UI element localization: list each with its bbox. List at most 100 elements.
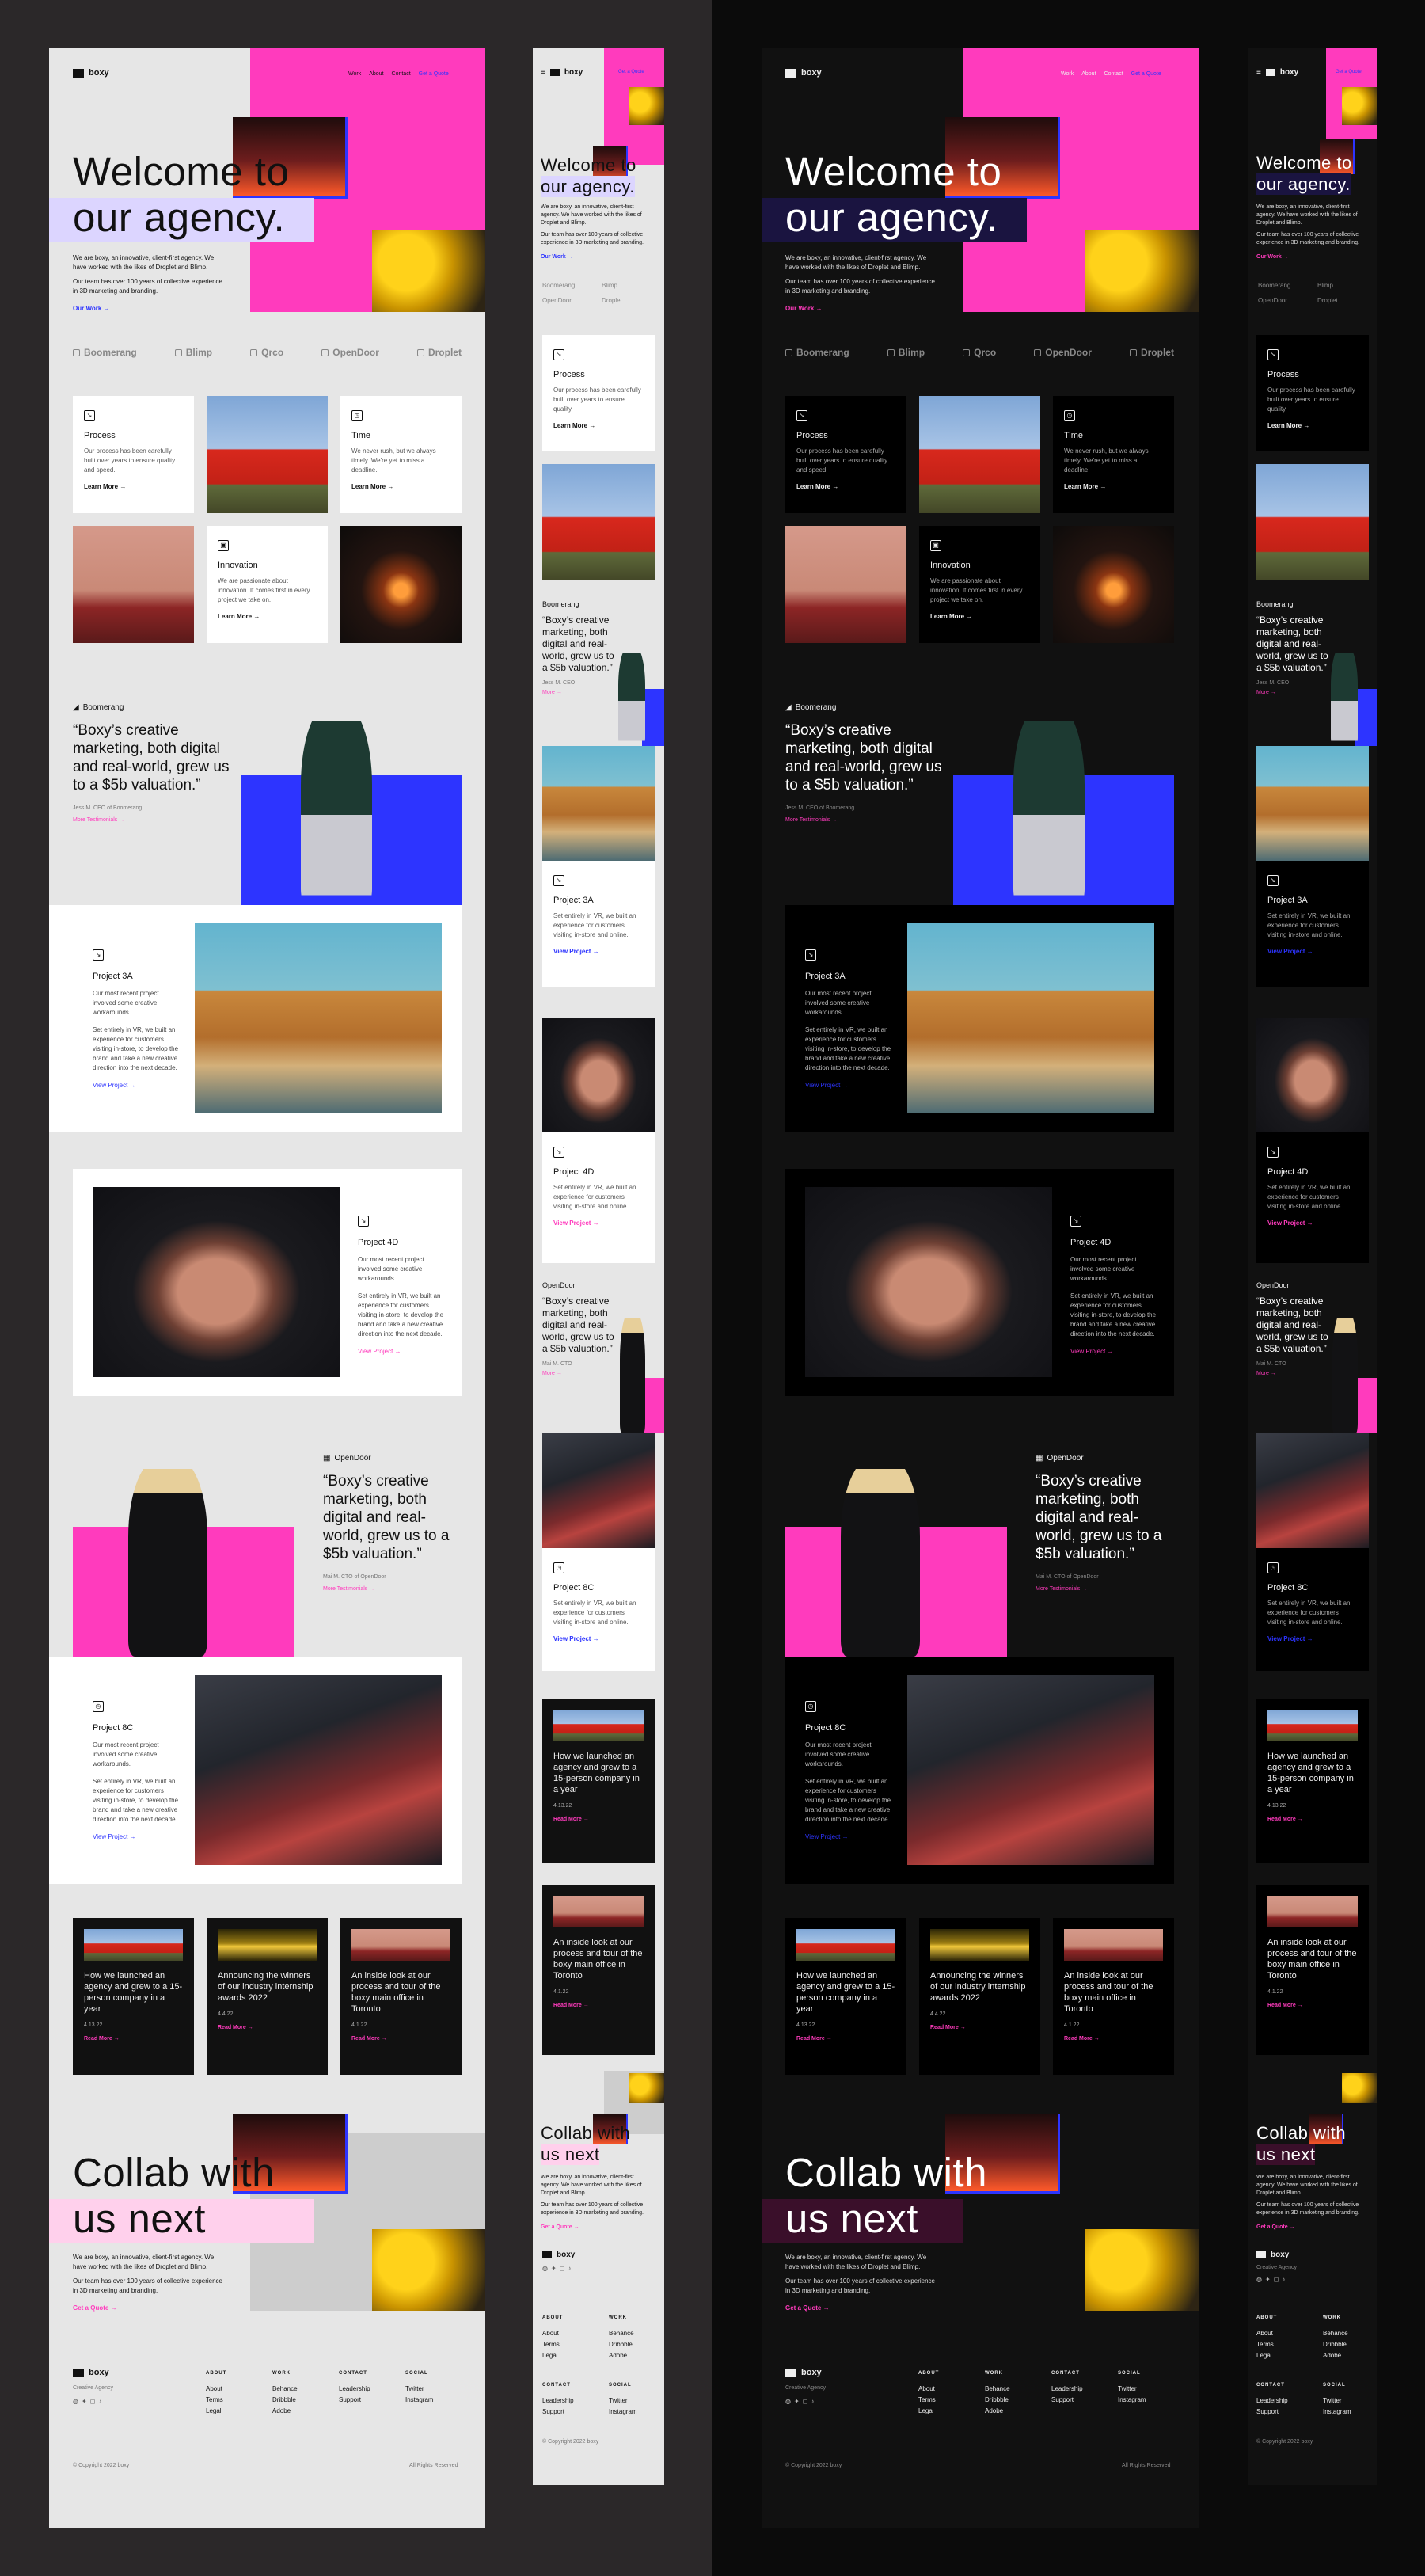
nav-work[interactable]: Work bbox=[1061, 71, 1074, 77]
logo[interactable]: boxy bbox=[785, 68, 822, 78]
news-card-3[interactable]: An inside look at our process and tour o… bbox=[340, 1918, 462, 2075]
news-card-3[interactable]: An inside look at our process and tour o… bbox=[1053, 1918, 1174, 2075]
client-blimp: Blimp bbox=[174, 347, 212, 358]
mobile-footer-tagline: Creative Agency bbox=[1256, 2265, 1297, 2270]
mobile-project-4d: ↘ Project 4D Set entirely in VR, we buil… bbox=[542, 1132, 655, 1263]
hero-title: Welcome to our agency. bbox=[73, 149, 289, 241]
tiktok-icon[interactable]: ♪ bbox=[98, 2398, 101, 2405]
qrco-icon bbox=[963, 348, 971, 356]
mobile-quote-link[interactable]: Get a Quote bbox=[618, 70, 644, 74]
mobile-project-8c-image bbox=[542, 1433, 655, 1548]
process-icon: ↘ bbox=[796, 410, 808, 421]
news-card-2[interactable]: Announcing the winners of our industry i… bbox=[207, 1918, 328, 2075]
twitter-icon[interactable]: ✦ bbox=[794, 2398, 800, 2405]
news-image bbox=[1267, 1710, 1358, 1741]
project-icon: ◷ bbox=[1267, 1562, 1279, 1573]
mobile-footer-work: WORK Behance Dribbble Adobe bbox=[1323, 2315, 1348, 2359]
service-card-time: ◷ Time We never rush, but we always time… bbox=[1053, 396, 1174, 513]
dribbble-icon[interactable]: ◍ bbox=[542, 2265, 548, 2272]
mobile-news-2[interactable]: An inside look at our process and tour o… bbox=[1256, 1885, 1369, 2055]
tiktok-icon[interactable]: ♪ bbox=[568, 2265, 571, 2272]
process-learn-more[interactable]: Learn More → bbox=[84, 483, 183, 490]
mobile-footer-work: WORK Behance Dribbble Adobe bbox=[609, 2315, 634, 2359]
project-4d-image bbox=[93, 1187, 340, 1377]
twitter-icon[interactable]: ✦ bbox=[82, 2398, 87, 2405]
logo-icon bbox=[785, 68, 796, 78]
tiktok-icon[interactable]: ♪ bbox=[1282, 2276, 1285, 2283]
our-work-link[interactable]: Our Work → bbox=[73, 304, 223, 314]
mobile-footer-social: SOCIAL Twitter Instagram bbox=[1323, 2383, 1351, 2415]
service-card-time: ◷ Time We never rush, but we always time… bbox=[340, 396, 462, 513]
more-testimonials-link[interactable]: More Testimonials → bbox=[73, 817, 231, 823]
hero-title-line2: our agency. bbox=[73, 195, 286, 240]
nav-about[interactable]: About bbox=[1081, 71, 1096, 77]
news-card-1[interactable]: How we launched an agency and grew to a … bbox=[785, 1918, 906, 2075]
project-3a-link[interactable]: View Project → bbox=[93, 1081, 180, 1090]
mobile-news-1[interactable]: How we launched an agency and grew to a … bbox=[1256, 1699, 1369, 1863]
nav-contact[interactable]: Contact bbox=[392, 71, 411, 77]
project-icon: ◷ bbox=[93, 1701, 104, 1712]
hamburger-icon[interactable]: ≡ bbox=[541, 68, 545, 77]
instagram-icon[interactable]: ◻ bbox=[90, 2398, 96, 2405]
footer-social: SOCIAL Twitter Instagram bbox=[405, 2371, 434, 2403]
mobile-news-1[interactable]: How we launched an agency and grew to a … bbox=[542, 1699, 655, 1863]
news-card-1[interactable]: How we launched an agency and grew to a … bbox=[73, 1918, 194, 2075]
service-card-innovation: ▣ Innovation We are passionate about inn… bbox=[207, 526, 328, 643]
collab-copy: We are boxy, an innovative, client-first… bbox=[785, 2254, 935, 2312]
instagram-icon[interactable]: ◻ bbox=[803, 2398, 808, 2405]
mobile-logo[interactable]: ≡ boxy bbox=[541, 68, 583, 77]
news-image bbox=[352, 1929, 450, 1961]
copyright: © Copyright 2022 boxy bbox=[785, 2463, 842, 2468]
time-learn-more[interactable]: Learn More → bbox=[352, 483, 450, 490]
hamburger-icon[interactable]: ≡ bbox=[1256, 68, 1261, 77]
dribbble-icon[interactable]: ◍ bbox=[1256, 2276, 1262, 2283]
nav-quote[interactable]: Get a Quote bbox=[419, 71, 449, 77]
mobile-project-4d-image bbox=[1256, 1018, 1369, 1132]
collab-yellow-robot-image bbox=[372, 2229, 485, 2311]
tiktok-icon[interactable]: ♪ bbox=[811, 2398, 814, 2405]
opendoor-icon bbox=[1034, 348, 1042, 356]
mobile-quote-link[interactable]: Get a Quote bbox=[1336, 70, 1362, 74]
instagram-icon[interactable]: ◻ bbox=[560, 2265, 565, 2272]
nav-quote[interactable]: Get a Quote bbox=[1131, 71, 1161, 77]
mobile-footer-logo[interactable]: boxy bbox=[1256, 2251, 1289, 2259]
project-icon: ↘ bbox=[358, 1216, 369, 1227]
testimonial-quote: “Boxy’s creative marketing, both digital… bbox=[73, 722, 230, 793]
nav-work[interactable]: Work bbox=[348, 71, 361, 77]
testimonial-woman-image bbox=[301, 705, 372, 905]
innovation-icon: ▣ bbox=[930, 540, 941, 551]
our-work-link[interactable]: Our Work → bbox=[785, 304, 936, 314]
twitter-icon[interactable]: ✦ bbox=[1265, 2276, 1271, 2283]
light-mobile-frame: ≡ boxy Get a Quote Welcome to our agency… bbox=[533, 48, 664, 2485]
mobile-stand-image bbox=[1256, 464, 1369, 580]
get-quote-link[interactable]: Get a Quote → bbox=[73, 2304, 223, 2313]
instagram-icon[interactable]: ◻ bbox=[1274, 2276, 1279, 2283]
service-image-stand bbox=[919, 396, 1040, 513]
mobile-project-4d: ↘ Project 4D Set entirely in VR, we buil… bbox=[1256, 1132, 1369, 1263]
news-card-2[interactable]: Announcing the winners of our industry i… bbox=[919, 1918, 1040, 2075]
testimonial-woman-image bbox=[1013, 705, 1085, 905]
footer-logo[interactable]: boxy bbox=[785, 2368, 822, 2377]
logo[interactable]: boxy bbox=[73, 68, 109, 78]
innovation-learn-more[interactable]: Learn More → bbox=[218, 613, 317, 620]
mobile-footer-logo[interactable]: boxy bbox=[542, 2251, 575, 2259]
footer-logo[interactable]: boxy bbox=[73, 2368, 109, 2377]
more-testimonials-link[interactable]: More Testimonials → bbox=[323, 1586, 466, 1592]
client-opendoor: OpenDoor bbox=[321, 347, 379, 358]
mobile-woman-image bbox=[1331, 645, 1358, 746]
nav-contact[interactable]: Contact bbox=[1104, 71, 1123, 77]
dribbble-icon[interactable]: ◍ bbox=[73, 2398, 78, 2405]
mobile-news-2[interactable]: An inside look at our process and tour o… bbox=[542, 1885, 655, 2055]
client-droplet: Droplet bbox=[416, 347, 462, 358]
dribbble-icon[interactable]: ◍ bbox=[785, 2398, 791, 2405]
project-4d-link[interactable]: View Project → bbox=[358, 1347, 445, 1356]
mobile-logo[interactable]: ≡ boxy bbox=[1256, 68, 1298, 77]
twitter-icon[interactable]: ✦ bbox=[551, 2265, 557, 2272]
nav-about[interactable]: About bbox=[369, 71, 383, 77]
footer-work: WORK Behance Dribbble Adobe bbox=[272, 2371, 298, 2414]
project-8c-link[interactable]: View Project → bbox=[93, 1832, 180, 1842]
footer-work: WORK Behance Dribbble Adobe bbox=[985, 2371, 1010, 2414]
mobile-footer-contact: CONTACT Leadership Support bbox=[1256, 2383, 1288, 2415]
mobile-footer-about: ABOUT About Terms Legal bbox=[1256, 2315, 1278, 2359]
project-icon: ↘ bbox=[1267, 875, 1279, 886]
